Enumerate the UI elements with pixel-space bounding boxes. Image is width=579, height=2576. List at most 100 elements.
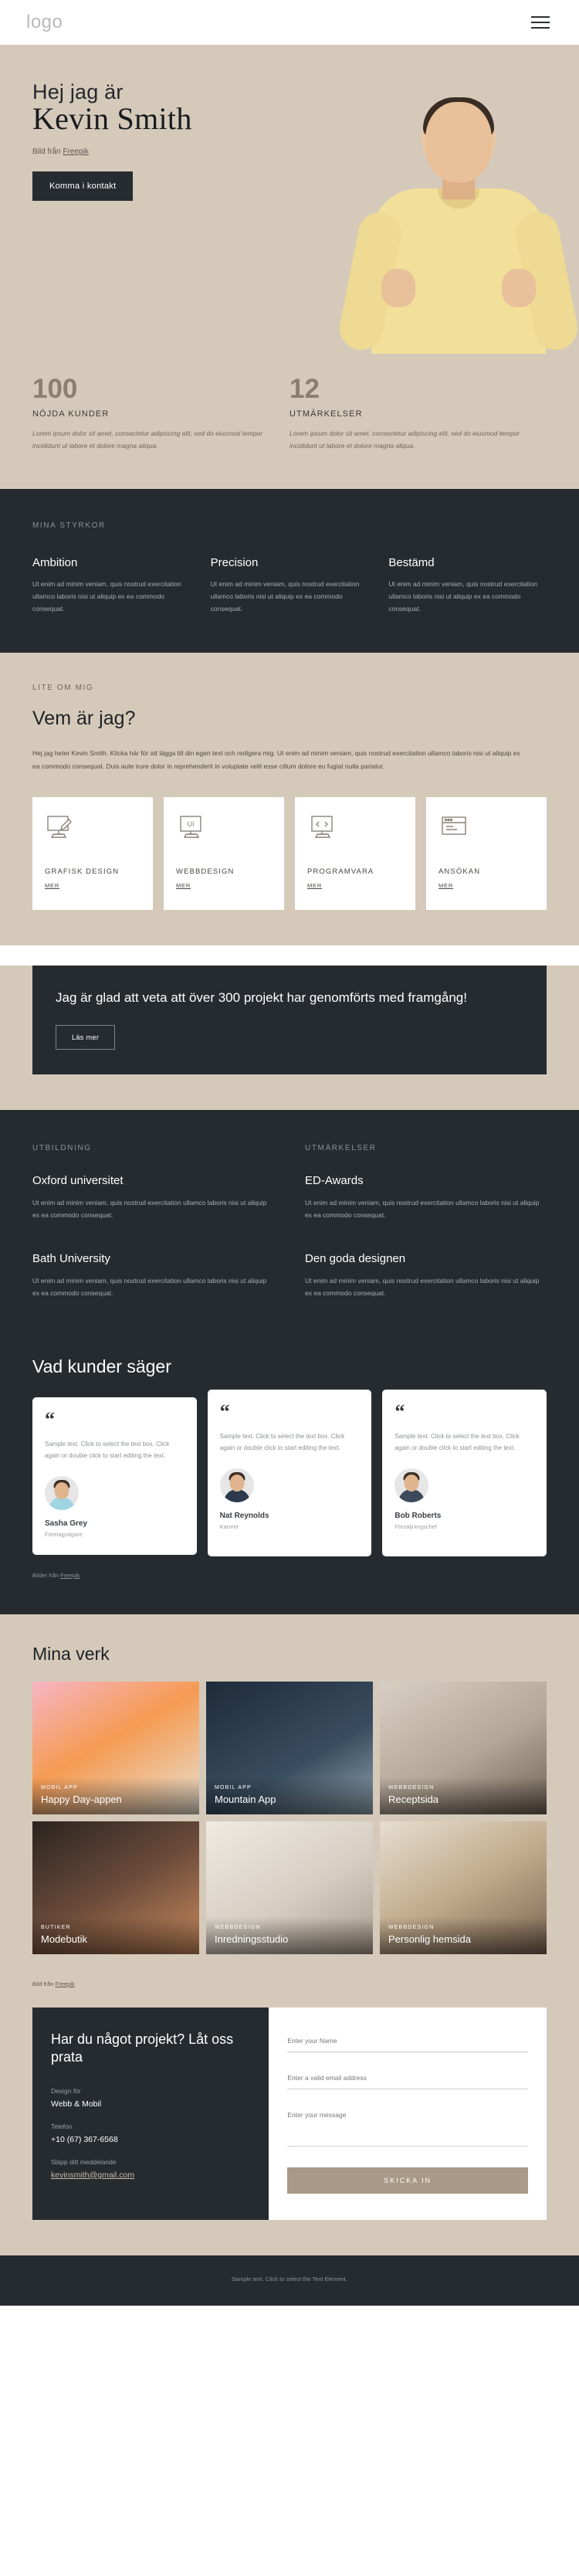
education-title: Bath University	[32, 1252, 110, 1266]
testimonials-section: Vad kunder säger “ Sample text. Click to…	[0, 1339, 579, 1614]
service-more-link[interactable]: MER	[45, 882, 59, 889]
design-value: Webb & Mobil	[51, 2099, 102, 2109]
education-eyebrow: UTBILDNING	[32, 1143, 92, 1152]
award-text: Ut enim ad minim veniam, quis nostrud ex…	[305, 1198, 540, 1220]
work-title: Inredningsstudio	[215, 1933, 289, 1945]
email-link[interactable]: kevinsmith@gmail.com	[51, 2170, 134, 2180]
about-heading: Vem är jag?	[32, 707, 136, 729]
service-more-link[interactable]: MER	[176, 882, 191, 889]
work-card[interactable]: MOBIL APP Happy Day-appen	[32, 1681, 199, 1814]
strength-text: Ut enim ad minim veniam, quis nostrud ex…	[32, 580, 181, 613]
credit-link[interactable]: Freepik	[56, 1980, 75, 1987]
strengths-eyebrow: MINA STYRKOR	[32, 521, 106, 531]
work-title: Receptsida	[388, 1793, 439, 1805]
quote-icon: “	[394, 1400, 405, 1424]
banner-read-more-button[interactable]: Läs mer	[56, 1024, 116, 1050]
education-awards-section: UTBILDNING Oxford universitet Ut enim ad…	[0, 1109, 579, 1614]
service-more-link[interactable]: MER	[307, 882, 322, 889]
works-grid: MOBIL APP Happy Day-appen MOBIL APP Moun…	[32, 1681, 547, 1954]
about-paragraph: Hej jag heter Kevin Smith. Klicka här fö…	[32, 748, 520, 771]
testimonial-name: Nat Reynolds	[219, 1511, 269, 1520]
education-text: Ut enim ad minim veniam, quis nostrud ex…	[32, 1198, 267, 1220]
phone-value: +10 (67) 367-6568	[51, 2134, 118, 2144]
stat-item: 12 UTMÄRKELSER Lorem ipsum dolor sit ame…	[290, 375, 547, 452]
strength-text: Ut enim ad minim veniam, quis nostrud ex…	[388, 580, 538, 613]
work-tag: WEBBDESIGN	[388, 1924, 435, 1930]
award-title: Den goda designen	[305, 1252, 406, 1266]
site-logo[interactable]: logo	[26, 12, 63, 33]
footer: Sample text. Click to select the Text El…	[0, 2255, 579, 2306]
avatar	[219, 1468, 254, 1502]
avatar	[394, 1468, 429, 1502]
service-title: WEBBDESIGN	[176, 867, 235, 877]
testimonial-role: Försäljningschef	[394, 1522, 437, 1530]
credit-link[interactable]: Freepik	[63, 148, 88, 156]
strength-title: Ambition	[32, 556, 78, 570]
work-card[interactable]: WEBBDESIGN Receptsida	[380, 1681, 547, 1814]
award-item: Den goda designen Ut enim ad minim venia…	[305, 1252, 547, 1299]
stat-label: UTMÄRKELSER	[290, 409, 363, 419]
work-card[interactable]: WEBBDESIGN Personlig hemsida	[380, 1821, 547, 1954]
works-heading: Mina verk	[32, 1643, 110, 1664]
work-title: Happy Day-appen	[41, 1793, 122, 1805]
education-title: Oxford universitet	[32, 1173, 124, 1187]
avatar	[45, 1475, 79, 1510]
testimonial-card: “ Sample text. Click to select the text …	[207, 1390, 372, 1556]
credit-prefix: Bild från	[32, 148, 63, 156]
testimonial-card: “ Sample text. Click to select the text …	[382, 1390, 547, 1556]
work-card[interactable]: MOBIL APP Mountain App	[206, 1681, 373, 1814]
strength-text: Ut enim ad minim veniam, quis nostrud ex…	[210, 580, 360, 613]
awards-eyebrow: UTMÄRKELSER	[305, 1143, 377, 1152]
landing-page: logo Hej jag är Kevin Smith Bild från Fr…	[0, 0, 579, 2306]
footer-text: Sample text. Click to select the Text El…	[232, 2275, 347, 2282]
education-item: Bath University Ut enim ad minim veniam,…	[32, 1252, 274, 1299]
design-tablet-brush-icon	[47, 816, 72, 838]
navbar: logo	[0, 0, 579, 45]
hero-image-credit: Bild från Freepik	[32, 148, 276, 156]
phone-label: Telefon	[51, 2122, 73, 2130]
email-input[interactable]	[287, 2069, 528, 2089]
stat-item: 100 NÖJDA KUNDER Lorem ipsum dolor sit a…	[32, 375, 290, 452]
work-card[interactable]: WEBBDESIGN Inredningsstudio	[206, 1821, 373, 1954]
quote-icon: “	[45, 1408, 55, 1431]
work-tag: WEBBDESIGN	[215, 1924, 261, 1930]
design-label: Design för	[51, 2086, 81, 2095]
education-item: Oxford universitet Ut enim ad minim veni…	[32, 1174, 274, 1221]
stat-description: Lorem ipsum dolor sit amet, consectetur …	[290, 429, 520, 450]
testimonial-role: Kamrer	[219, 1522, 239, 1530]
strength-item: Precision Ut enim ad minim veniam, quis …	[211, 556, 369, 615]
stat-number: 12	[290, 374, 320, 404]
message-input[interactable]	[287, 2106, 528, 2147]
strength-item: Ambition Ut enim ad minim veniam, quis n…	[32, 556, 191, 615]
hamburger-menu-icon[interactable]	[528, 13, 553, 32]
stat-description: Lorem ipsum dolor sit amet, consectetur …	[32, 429, 263, 450]
work-tag: BUTIKER	[41, 1924, 71, 1930]
stat-number: 100	[32, 374, 78, 404]
works-section: Mina verk MOBIL APP Happy Day-appen MOBI…	[0, 1614, 579, 1970]
work-title: Personlig hemsida	[388, 1933, 471, 1945]
testimonials-heading: Vad kunder säger	[32, 1356, 171, 1377]
testimonial-text: Sample text. Click to select the text bo…	[45, 1440, 170, 1460]
testimonial-text: Sample text. Click to select the text bo…	[219, 1432, 345, 1452]
award-item: ED-Awards Ut enim ad minim veniam, quis …	[305, 1174, 547, 1221]
hero-portrait-image	[338, 76, 579, 361]
submit-button[interactable]: SKICKA IN	[287, 2167, 528, 2194]
browser-window-icon	[442, 816, 466, 835]
hero-section: Hej jag är Kevin Smith Bild från Freepik…	[0, 45, 579, 361]
education-column: UTBILDNING Oxford universitet Ut enim ad…	[32, 1144, 274, 1300]
contact-heading: Har du något projekt? Låt oss prata	[51, 2031, 234, 2065]
service-card[interactable]: ANSÖKAN MER	[426, 797, 547, 911]
name-input[interactable]	[287, 2031, 528, 2052]
service-card[interactable]: UI WEBBDESIGN MER	[164, 797, 284, 911]
contact-form: SKICKA IN	[269, 2007, 547, 2220]
credit-link[interactable]: Freepik	[60, 1572, 80, 1579]
hero-name: Kevin Smith	[32, 101, 192, 136]
awards-column: UTMÄRKELSER ED-Awards Ut enim ad minim v…	[305, 1144, 547, 1300]
work-card[interactable]: BUTIKER Modebutik	[32, 1821, 199, 1954]
contact-info-panel: Har du något projekt? Låt oss prata Desi…	[32, 2007, 269, 2220]
service-card[interactable]: GRAFISK DESIGN MER	[32, 797, 153, 911]
service-more-link[interactable]: MER	[438, 882, 453, 889]
contact-cta-button[interactable]: Komma i kontakt	[32, 171, 134, 201]
testimonial-card: “ Sample text. Click to select the text …	[32, 1397, 197, 1555]
service-card[interactable]: PROGRAMVARA MER	[295, 797, 415, 911]
